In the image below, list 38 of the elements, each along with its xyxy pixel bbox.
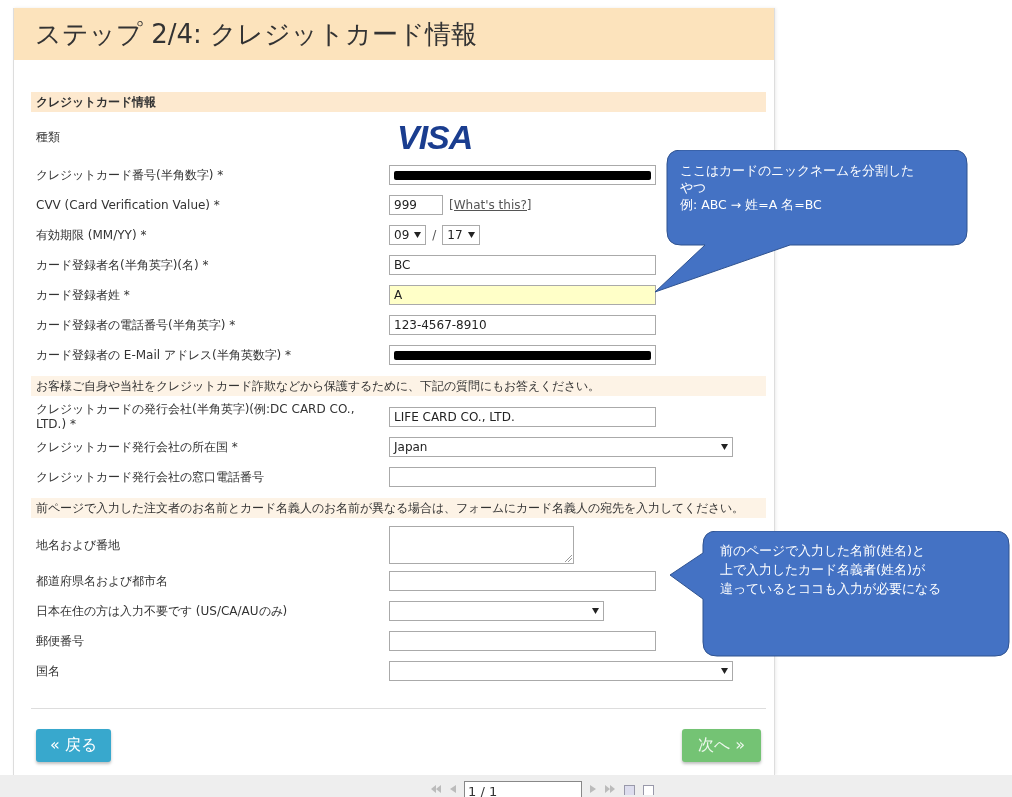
year-select[interactable]: 17 (442, 225, 480, 245)
field-label: カード登録者の E-Mail アドレス(半角英数字) * (35, 347, 293, 363)
field-label: クレジットカード発行会社の所在国 * (35, 439, 239, 455)
field-label: クレジットカード発行会社の窓口電話番号 (35, 469, 265, 485)
field-label: クレジットカード番号(半角数字) * (35, 167, 225, 183)
field-label: 郵便番号 (35, 633, 85, 649)
field-label: 地名および番地 (35, 537, 121, 553)
notice-text: お客様ご自身や当社をクレジットカード詐欺などから保護するために、下記の質問にもお答えください。 (31, 376, 766, 396)
callout-text: 前のページで入力した名前(姓名)と (720, 542, 927, 560)
field-label: 都道府県名および都市名 (35, 573, 169, 589)
text-field[interactable]: 123-4567-8910 (389, 315, 656, 335)
field-label: 国名 (35, 663, 61, 679)
field-label: カード登録者姓 * (35, 287, 131, 303)
cvv-field[interactable]: 999 (389, 195, 443, 215)
text-field[interactable]: LIFE CARD CO., LTD. (389, 407, 656, 427)
notice-text: 前ページで入力した注文者のお名前とカード名義人のお名前が異なる場合は、フォームにカード名義人の宛先を入力してください。 (31, 498, 766, 518)
month-select[interactable]: 09 (389, 225, 427, 245)
text-field[interactable]: A (389, 285, 656, 305)
callout-text: 上で入力したカード名義者(姓名)が (720, 561, 927, 579)
text-field[interactable]: BC (389, 255, 656, 275)
field-label: 有効期限 (MM/YY) * (35, 227, 148, 243)
callout-text: 違っているとココも入力が必要になる (720, 580, 941, 598)
field-label: カード登録者の電話番号(半角英字) * (35, 317, 237, 333)
field-label: カード登録者名(半角英字)(名) * (35, 257, 210, 273)
callout-text: 例: ABC → 姓=A 名=BC (680, 196, 823, 213)
section-title: クレジットカード情報 (31, 92, 766, 112)
date-separator: / (432, 228, 437, 242)
field-label: 種類 (35, 129, 61, 145)
page-field[interactable]: 1 / 1 (464, 781, 582, 797)
field-label: CVV (Card Verification Value) * (35, 197, 221, 213)
field-label: クレジットカードの発行会社(半角英字)(例:DC CARD CO., LTD.) * (35, 402, 356, 432)
page-title: ステップ 2/4: クレジットカード情報 (35, 17, 478, 51)
callout-text: ここはカードのニックネームを分割した (680, 162, 914, 179)
callout-text: やつ (680, 179, 707, 196)
whats-this-link[interactable]: [What's this?] (449, 198, 532, 212)
dropdown[interactable]: Japan (389, 437, 733, 457)
visa-logo: VISA (397, 117, 473, 157)
field-label: 日本在住の方は入力不要です (US/CA/AUのみ) (35, 603, 289, 619)
